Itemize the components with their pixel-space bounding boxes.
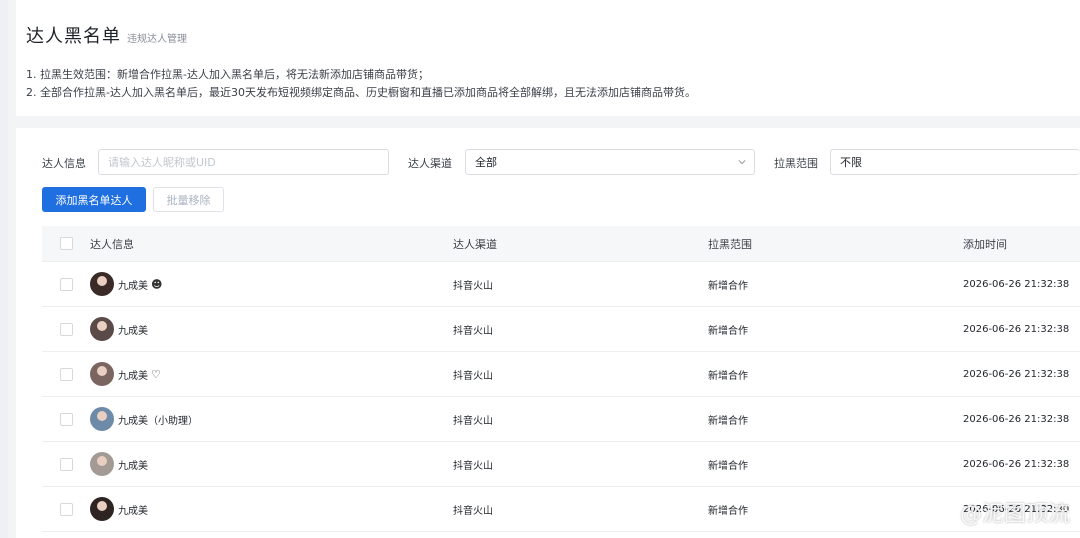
table-row: 九成美 ♡ 抖音火山 新增合作 2026-06-26 21:32:38 <box>42 352 1080 397</box>
row-checkbox[interactable] <box>60 367 73 381</box>
channel-cell: 抖音火山 <box>453 460 493 472</box>
note-line-2: 2. 全部合作拉黑-达人加入黑名单后，最近30天发布短视频绑定商品、历史橱窗和直… <box>26 86 696 99</box>
col-range: 拉黑范围 <box>708 237 752 251</box>
time-cell: 2026-06-26 21:32:38 <box>963 413 1070 425</box>
page-title: 达人黑名单 <box>26 26 121 47</box>
heart-icon: ♡ <box>151 367 161 381</box>
table-row: 九成美 抖音火山 新增合作 2026-06-26 21:32:30 <box>42 487 1080 532</box>
chevron-down-icon <box>738 160 746 165</box>
row-check-cell <box>60 307 73 351</box>
talent-name[interactable]: 九成美 <box>118 277 148 292</box>
batch-remove-button[interactable]: 批量移除 <box>153 187 224 212</box>
range-cell: 新增合作 <box>708 415 748 427</box>
row-check-cell <box>60 487 73 531</box>
avatar <box>90 452 114 476</box>
range-select-value: 不限 <box>840 156 862 169</box>
time-cell: 2026-06-26 21:32:38 <box>963 368 1070 380</box>
title-row: 达人黑名单 违规达人管理 <box>26 22 187 48</box>
note-line-1: 1. 拉黑生效范围：新增合作拉黑-达人加入黑名单后，将无法新添加店铺商品带货； <box>26 68 429 81</box>
range-cell: 新增合作 <box>708 325 748 337</box>
table-header: 达人信息 达人渠道 拉黑范围 添加时间 <box>42 226 1080 262</box>
ghost-icon: ☻ <box>151 277 163 291</box>
talent-cell: 九成美 <box>90 487 148 531</box>
talent-info-label: 达人信息 <box>42 157 86 170</box>
avatar <box>90 362 114 386</box>
range-cell: 新增合作 <box>708 370 748 382</box>
range-cell: 新增合作 <box>708 280 748 292</box>
avatar <box>90 317 114 341</box>
watermark: @泥图顶流 <box>930 496 1070 528</box>
channel-cell: 抖音火山 <box>453 280 493 292</box>
channel-select[interactable]: 全部 <box>465 149 755 175</box>
talent-name[interactable]: 九成美 <box>118 502 148 517</box>
talent-name[interactable]: 九成美 <box>118 457 148 472</box>
channel-cell: 抖音火山 <box>453 325 493 337</box>
row-checkbox[interactable] <box>60 322 73 336</box>
channel-cell: 抖音火山 <box>453 505 493 517</box>
add-blacklist-button[interactable]: 添加黑名单达人 <box>42 187 146 212</box>
row-check-cell <box>60 397 73 441</box>
col-time: 添加时间 <box>963 237 1007 251</box>
filter-row: 达人信息 请输入达人昵称或UID 达人渠道 全部 拉黑范围 不限 <box>0 149 1080 175</box>
watermark-text: @泥图顶流 <box>959 502 1070 527</box>
channel-label: 达人渠道 <box>408 157 452 170</box>
row-checkbox[interactable] <box>60 277 73 291</box>
range-label: 拉黑范围 <box>774 157 818 170</box>
row-check-cell <box>60 442 73 486</box>
avatar <box>90 497 114 521</box>
time-cell: 2026-06-26 21:32:38 <box>963 278 1070 290</box>
talent-cell: 九成美 <box>90 442 148 486</box>
range-cell: 新增合作 <box>708 505 748 517</box>
talent-name[interactable]: 九成美（小助理） <box>118 412 198 427</box>
row-check-cell <box>60 262 73 306</box>
col-talent-info: 达人信息 <box>90 237 134 251</box>
table-row: 九成美 抖音火山 新增合作 2026-06-26 21:32:38 <box>42 442 1080 487</box>
table-row: 九成美 ☻ 抖音火山 新增合作 2026-06-26 21:32:38 <box>42 262 1080 307</box>
channel-cell: 抖音火山 <box>453 370 493 382</box>
row-checkbox[interactable] <box>60 502 73 516</box>
time-cell: 2026-06-26 21:32:38 <box>963 323 1070 335</box>
range-cell: 新增合作 <box>708 460 748 472</box>
row-checkbox[interactable] <box>60 457 73 471</box>
talent-cell: 九成美 ☻ <box>90 262 162 306</box>
channel-select-value: 全部 <box>475 156 497 169</box>
talent-search-input[interactable]: 请输入达人昵称或UID <box>98 149 389 175</box>
page-subtitle[interactable]: 违规达人管理 <box>127 30 187 45</box>
talent-cell: 九成美 <box>90 307 148 351</box>
select-all-checkbox[interactable] <box>60 237 73 250</box>
avatar <box>90 407 114 431</box>
talent-name[interactable]: 九成美 <box>118 322 148 337</box>
rules-notes: 1. 拉黑生效范围：新增合作拉黑-达人加入黑名单后，将无法新添加店铺商品带货； … <box>26 66 696 102</box>
talent-search-placeholder: 请输入达人昵称或UID <box>108 156 216 169</box>
range-select[interactable]: 不限 <box>830 149 1080 175</box>
time-cell: 2026-06-26 21:32:38 <box>963 458 1070 470</box>
talent-name[interactable]: 九成美 <box>118 367 148 382</box>
table-row: 九成美 抖音火山 新增合作 2026-06-26 21:32:38 <box>42 307 1080 352</box>
blacklist-table: 达人信息 达人渠道 拉黑范围 添加时间 九成美 ☻ 抖音火山 新增合作 2026… <box>42 226 1080 532</box>
left-edge-strip <box>0 0 8 538</box>
weibo-logo-icon <box>930 504 953 522</box>
table-row: 九成美（小助理） 抖音火山 新增合作 2026-06-26 21:32:38 <box>42 397 1080 442</box>
talent-cell: 九成美（小助理） <box>90 397 198 441</box>
row-check-cell <box>60 352 73 396</box>
avatar <box>90 272 114 296</box>
talent-cell: 九成美 ♡ <box>90 352 161 396</box>
header-check-cell <box>60 226 73 261</box>
channel-cell: 抖音火山 <box>453 415 493 427</box>
row-checkbox[interactable] <box>60 412 73 426</box>
col-channel: 达人渠道 <box>453 237 497 251</box>
